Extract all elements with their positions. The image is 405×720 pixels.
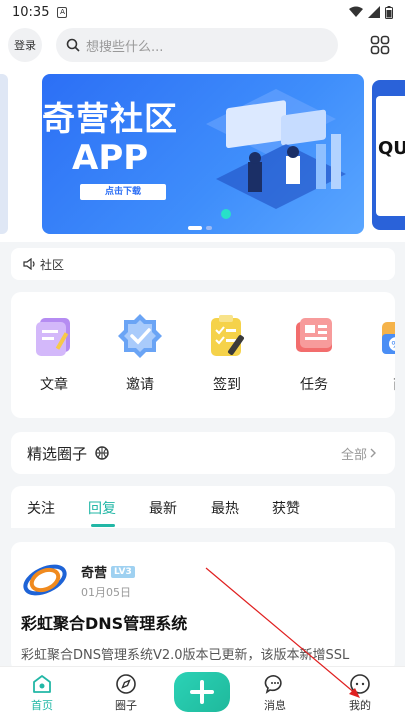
banner-prev-peek — [0, 74, 8, 234]
home-icon — [33, 675, 51, 693]
status-time: 10:35 — [12, 4, 50, 20]
svg-text:%: % — [391, 340, 395, 351]
battery-icon — [385, 5, 393, 19]
notice-text: 社区 — [40, 257, 65, 272]
top-bar: 登录 想搜些什么... — [0, 24, 405, 66]
compass-icon — [116, 674, 136, 694]
nav-profile[interactable]: 我的 — [330, 673, 390, 713]
nav-label: 圈子 — [115, 699, 137, 712]
shop-icon: % — [382, 322, 395, 354]
post-date: 01月05日 — [81, 586, 131, 599]
carousel-dot — [206, 226, 212, 230]
checkin-icon — [211, 315, 244, 356]
invite-icon — [118, 314, 162, 358]
nav-label: 消息 — [264, 699, 286, 712]
office-illustration-icon — [206, 89, 346, 219]
menu-label: 邀请 — [126, 377, 154, 393]
apps-grid-button[interactable] — [363, 28, 397, 62]
section-title: 精选圈子 — [27, 444, 88, 463]
banner-carousel[interactable]: 奇营社区 APP 点击下载 QU — [0, 66, 405, 242]
menu-item-shop[interactable]: % 商 — [365, 310, 395, 394]
feature-menu: 文章 邀请 签到 任务 % 商 — [11, 292, 395, 418]
search-icon — [66, 38, 80, 52]
basketball-icon — [95, 446, 109, 460]
banner-download-button[interactable]: 点击下载 — [80, 184, 166, 200]
tab-liked[interactable]: 获赞 — [272, 498, 300, 518]
menu-item-task[interactable]: 任务 — [279, 310, 349, 394]
banner-subtitle: APP — [72, 138, 149, 178]
grid-icon — [370, 35, 390, 55]
post-excerpt[interactable]: 彩虹聚合DNS管理系统V2.0版本已更新，该版本新增SSL — [21, 644, 391, 663]
speaker-icon — [23, 258, 35, 270]
menu-label: 任务 — [300, 377, 328, 393]
status-bar: 10:35 A — [0, 0, 405, 24]
banner-next-text: QU — [378, 138, 405, 159]
menu-item-checkin[interactable]: 签到 — [192, 310, 262, 394]
status-icons — [349, 5, 393, 19]
sim-icon: A — [57, 6, 68, 18]
nav-label: 首页 — [31, 699, 53, 712]
menu-item-article[interactable]: 文章 — [19, 310, 89, 394]
create-post-button[interactable] — [174, 672, 230, 712]
banner-next-peek[interactable]: QU — [372, 80, 405, 230]
nav-circles[interactable]: 圈子 — [96, 673, 156, 713]
task-icon — [296, 318, 332, 352]
article-icon — [36, 318, 70, 356]
tab-follow[interactable]: 关注 — [27, 498, 55, 518]
post-card[interactable]: 奇营 LV3 01月05日 彩虹聚合DNS管理系统 彩虹聚合DNS管理系统V2.… — [11, 542, 395, 672]
signal-icon — [368, 6, 380, 18]
tab-latest[interactable]: 最新 — [149, 498, 177, 518]
notice-bar[interactable]: 社区 — [11, 248, 395, 280]
banner-slide[interactable]: 奇营社区 APP 点击下载 — [42, 74, 364, 234]
carousel-indicator — [188, 226, 212, 230]
login-button[interactable]: 登录 — [8, 28, 42, 62]
active-tab-indicator — [91, 524, 115, 527]
nav-label: 我的 — [349, 699, 371, 712]
menu-item-invite[interactable]: 邀请 — [105, 310, 175, 394]
wifi-icon — [349, 6, 363, 17]
chevron-right-icon — [370, 448, 376, 458]
chat-icon — [264, 675, 282, 694]
banner-title: 奇营社区 — [42, 99, 178, 138]
nav-home[interactable]: 首页 — [12, 673, 72, 713]
view-all-link[interactable]: 全部 — [341, 444, 379, 463]
menu-label: 商 — [393, 374, 395, 394]
tab-hottest[interactable]: 最热 — [211, 498, 239, 518]
post-author[interactable]: 奇营 LV3 — [81, 562, 135, 581]
avatar[interactable] — [21, 558, 69, 602]
view-all-label: 全部 — [340, 447, 367, 463]
feed-tabs: 关注 回复 最新 最热 获赞 — [11, 486, 395, 528]
featured-circles-header[interactable]: 精选圈子 全部 — [11, 432, 395, 474]
profile-icon — [350, 674, 370, 694]
carousel-dot-active — [188, 226, 202, 230]
level-badge: LV3 — [111, 565, 135, 578]
post-title[interactable]: 彩虹聚合DNS管理系统 — [21, 610, 187, 634]
search-placeholder: 想搜些什么... — [86, 39, 164, 55]
menu-label: 签到 — [213, 377, 241, 393]
tab-reply[interactable]: 回复 — [88, 498, 116, 518]
search-input[interactable]: 想搜些什么... — [56, 28, 338, 62]
nav-messages[interactable]: 消息 — [245, 673, 305, 713]
menu-label: 文章 — [40, 377, 68, 393]
plus-icon — [190, 680, 214, 704]
author-name: 奇营 — [81, 566, 108, 581]
